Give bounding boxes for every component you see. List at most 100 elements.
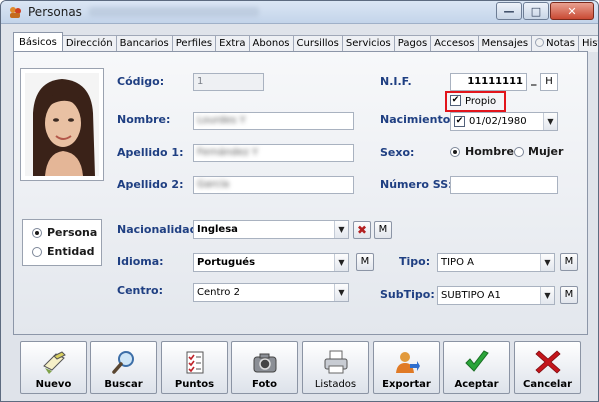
- chevron-down-icon[interactable]: ▼: [540, 254, 554, 271]
- tab-accesos[interactable]: Accesos: [431, 35, 479, 52]
- tab-mensajes[interactable]: Mensajes: [478, 35, 533, 52]
- nif-label: N.I.F.: [380, 75, 412, 88]
- apellido2-value: García: [197, 179, 230, 190]
- clear-nacionalidad-button[interactable]: ✖: [353, 221, 371, 239]
- aceptar-label: Aceptar: [454, 379, 499, 390]
- nif-separator: _: [531, 73, 537, 86]
- notas-indicator-icon: [535, 38, 545, 47]
- cancelar-label: Cancelar: [522, 379, 573, 390]
- chevron-down-icon[interactable]: ▼: [334, 284, 348, 301]
- tab-perfiles[interactable]: Perfiles: [172, 35, 217, 52]
- subtipo-label: SubTipo:: [380, 288, 435, 301]
- nacionalidad-select[interactable]: Inglesa ▼: [193, 220, 349, 239]
- tab-direccion[interactable]: Dirección: [62, 35, 117, 52]
- centro-select[interactable]: Centro 2 ▼: [193, 283, 349, 302]
- nacimiento-label: Nacimiento:: [380, 113, 455, 126]
- nombre-field[interactable]: Lourdes Y: [193, 112, 354, 130]
- title-bar: Personas — □ ✕: [1, 1, 598, 24]
- buscar-button[interactable]: Buscar: [90, 341, 157, 394]
- apellido1-field[interactable]: Fernández Y: [193, 144, 354, 162]
- tab-servicios[interactable]: Servicios: [342, 35, 395, 52]
- idioma-m-button[interactable]: M: [356, 253, 374, 271]
- nuevo-label: Nuevo: [35, 379, 72, 390]
- foto-button[interactable]: Foto: [231, 341, 298, 394]
- chevron-down-icon[interactable]: ▼: [334, 221, 348, 238]
- tipo-value: TIPO A: [441, 257, 474, 268]
- sexo-mujer-label: Mujer: [528, 145, 564, 158]
- subtipo-value: SUBTIPO A1: [441, 290, 501, 301]
- sexo-hombre-label: Hombre: [465, 145, 514, 158]
- sexo-label: Sexo:: [380, 146, 415, 159]
- apellido1-value: Fernández Y: [197, 147, 259, 158]
- chevron-down-icon[interactable]: ▼: [540, 287, 554, 304]
- nacimiento-checkbox[interactable]: ✔: [454, 116, 465, 127]
- tab-extra[interactable]: Extra: [216, 35, 250, 52]
- minimize-button[interactable]: —: [496, 2, 522, 20]
- nacionalidad-label: Nacionalidad:: [117, 223, 202, 236]
- nif-field[interactable]: 11111111: [450, 73, 527, 91]
- personas-window: Personas — □ ✕ Básicos Dirección Bancari…: [0, 0, 599, 402]
- chevron-down-icon[interactable]: ▼: [334, 254, 348, 271]
- idioma-select[interactable]: Portugués ▼: [193, 253, 349, 272]
- search-icon: [112, 351, 134, 374]
- centro-value: Centro 2: [197, 287, 240, 298]
- persona-label: Persona: [47, 226, 98, 239]
- printer-icon: [324, 350, 348, 374]
- maximize-button[interactable]: □: [523, 2, 549, 20]
- apellido2-field[interactable]: García: [193, 176, 354, 194]
- numero-ss-label: Número SS:: [380, 178, 453, 191]
- nacimiento-datepicker[interactable]: ✔ 01/02/1980 ▼: [450, 112, 558, 131]
- tab-pagos[interactable]: Pagos: [394, 35, 432, 52]
- nuevo-button[interactable]: Nuevo: [20, 341, 87, 394]
- cancel-x-icon: [535, 350, 561, 374]
- idioma-label: Idioma:: [117, 255, 164, 268]
- portrait-image: [25, 73, 99, 176]
- codigo-label: Código:: [117, 75, 165, 88]
- propio-checkbox[interactable]: ✔: [450, 95, 461, 106]
- puntos-button[interactable]: Puntos: [161, 341, 228, 394]
- app-icon: [10, 7, 21, 18]
- checkmark-icon: [465, 350, 489, 372]
- sexo-mujer-radio[interactable]: [514, 147, 524, 157]
- tab-strip: Básicos Dirección Bancarios Perfiles Ext…: [13, 32, 598, 52]
- new-document-icon: [43, 351, 66, 374]
- tab-cursillos[interactable]: Cursillos: [293, 35, 343, 52]
- nacionalidad-m-button[interactable]: M: [374, 221, 392, 239]
- close-button[interactable]: ✕: [550, 2, 594, 20]
- subtipo-m-button[interactable]: M: [560, 286, 578, 304]
- exportar-button[interactable]: Exportar: [373, 341, 440, 394]
- title-blurred-area: [89, 7, 259, 17]
- tab-notas[interactable]: Notas: [532, 35, 579, 52]
- persona-radio[interactable]: [32, 228, 42, 238]
- tipo-label: Tipo:: [399, 255, 431, 268]
- centro-label: Centro:: [117, 284, 164, 297]
- subtipo-select[interactable]: SUBTIPO A1 ▼: [437, 286, 555, 305]
- aceptar-button[interactable]: Aceptar: [443, 341, 510, 394]
- checklist-icon: [186, 351, 204, 374]
- listados-button[interactable]: Listados: [302, 341, 369, 394]
- chevron-down-icon[interactable]: ▼: [543, 113, 557, 130]
- numero-ss-field[interactable]: [450, 176, 558, 194]
- tab-notas-label: Notas: [546, 38, 575, 49]
- sexo-hombre-radio[interactable]: [450, 147, 460, 157]
- tab-historial[interactable]: Historial: [578, 35, 598, 52]
- idioma-value: Portugués: [197, 257, 256, 268]
- propio-label: Propio: [465, 96, 497, 107]
- entidad-radio[interactable]: [32, 247, 42, 257]
- tab-basicos[interactable]: Básicos: [13, 32, 63, 52]
- cancelar-button[interactable]: Cancelar: [514, 341, 581, 394]
- puntos-label: Puntos: [174, 379, 215, 390]
- tipo-select[interactable]: TIPO A ▼: [437, 253, 555, 272]
- buscar-label: Buscar: [104, 379, 143, 390]
- nacionalidad-value: Inglesa: [197, 224, 238, 235]
- entidad-label: Entidad: [47, 245, 95, 258]
- camera-icon: [253, 353, 277, 373]
- person-photo[interactable]: [20, 68, 104, 181]
- nombre-value: Lourdes Y: [197, 115, 246, 126]
- nif-letter-field[interactable]: H: [540, 73, 558, 91]
- export-user-icon: [396, 352, 420, 373]
- tab-bancarios[interactable]: Bancarios: [116, 35, 173, 52]
- tab-abonos[interactable]: Abonos: [249, 35, 294, 52]
- codigo-field[interactable]: 1: [193, 73, 264, 91]
- tipo-m-button[interactable]: M: [560, 253, 578, 271]
